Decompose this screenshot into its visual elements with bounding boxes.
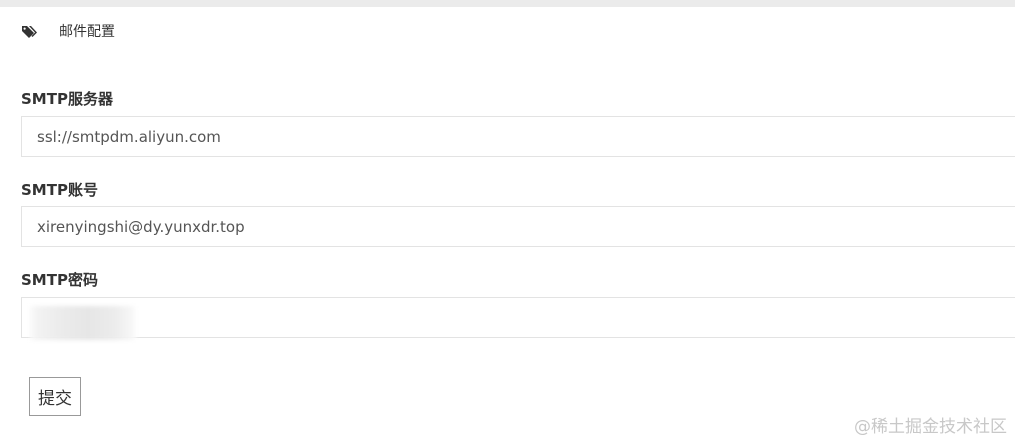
- password-redaction-blur: [30, 306, 136, 340]
- smtp-password-input[interactable]: [21, 297, 1015, 338]
- submit-button[interactable]: 提交: [29, 377, 81, 416]
- watermark: @稀土掘金技术社区: [854, 417, 1007, 437]
- tags-icon: [22, 24, 38, 38]
- page-title: 邮件配置: [59, 24, 115, 40]
- smtp-account-input[interactable]: [21, 206, 1015, 247]
- panel-header: 邮件配置: [22, 22, 115, 40]
- smtp-password-label: SMTP密码: [21, 271, 98, 289]
- top-strip: [0, 0, 1015, 7]
- smtp-account-label: SMTP账号: [21, 181, 98, 199]
- smtp-server-input[interactable]: [21, 116, 1015, 157]
- smtp-server-label: SMTP服务器: [21, 90, 113, 108]
